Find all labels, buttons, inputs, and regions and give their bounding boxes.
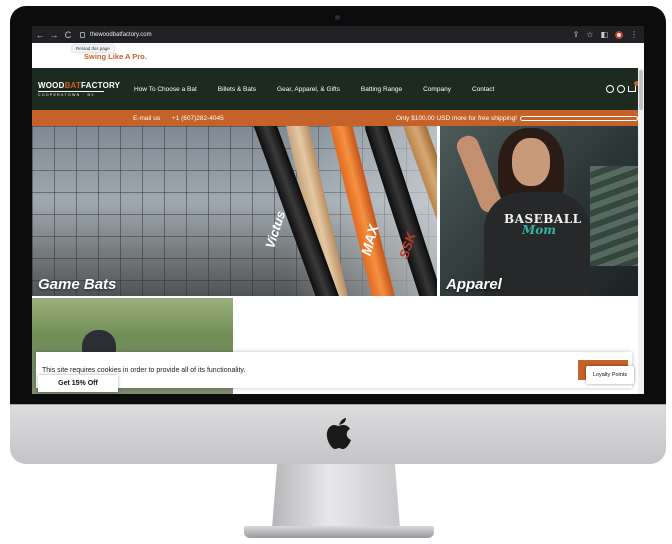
model-face — [512, 138, 550, 186]
discount-tab-button[interactable]: Get 15% Off — [38, 375, 118, 392]
side-panel-icon[interactable]: ◧ — [600, 30, 608, 39]
site-tagline: Swing Like A Pro. — [84, 52, 147, 61]
camera-icon — [335, 15, 340, 20]
nav-billets-bats[interactable]: Billets & Bats — [218, 86, 256, 93]
nav-company[interactable]: Company — [423, 86, 451, 93]
player-helmet — [82, 330, 116, 354]
lock-icon — [80, 31, 85, 38]
cookie-message: This site requires cookies in order to p… — [42, 367, 246, 374]
loyalty-points-button[interactable]: Loyalty Points — [586, 366, 634, 384]
contact-info: E-mail us +1 (607)282-4045 — [133, 115, 234, 122]
header-icons — [606, 81, 639, 93]
page-scrollbar[interactable] — [638, 68, 644, 394]
scrollbar-thumb[interactable] — [639, 70, 643, 110]
browser-toolbar: ← → C thewoodbatfactory.com ⇪ ☆ ◧ ⋮ — [32, 26, 644, 43]
screen: ← → C thewoodbatfactory.com ⇪ ☆ ◧ ⋮ Relo… — [32, 26, 644, 394]
nav-gear-apparel-gifts[interactable]: Gear, Apparel, & Gifts — [277, 86, 340, 93]
reload-icon[interactable]: C — [62, 30, 74, 40]
search-icon[interactable] — [617, 85, 625, 93]
apple-logo-icon — [326, 418, 351, 449]
monitor-foot — [244, 526, 434, 538]
shirt-print: BASEBALL Mom — [504, 212, 581, 237]
browser-menu-icon[interactable]: ⋮ — [630, 30, 638, 39]
account-icon[interactable] — [606, 85, 614, 93]
dugout-bench — [590, 166, 644, 266]
shipping-progress-bar — [520, 115, 638, 121]
nav-how-to-choose[interactable]: How To Choose a Bat — [134, 86, 197, 93]
bookmark-star-icon[interactable]: ☆ — [586, 30, 593, 39]
url-text: thewoodbatfactory.com — [90, 31, 152, 38]
apparel-caption: Apparel — [446, 276, 502, 293]
nav-batting-range[interactable]: Batting Range — [361, 86, 402, 93]
logo-wordmark: WOODBATFACTORY — [38, 80, 121, 92]
apparel-tile[interactable]: BASEBALL Mom Apparel — [440, 126, 644, 296]
cart-icon[interactable] — [628, 81, 639, 92]
address-bar[interactable]: thewoodbatfactory.com — [80, 29, 152, 41]
game-bats-tile[interactable]: Victus MAX SSK Game Bats — [32, 126, 437, 296]
announcement-bar: E-mail us +1 (607)282-4045 Only $100.00 … — [32, 110, 644, 126]
back-icon[interactable]: ← — [34, 30, 46, 40]
profile-avatar-icon[interactable] — [615, 30, 623, 39]
site-logo[interactable]: WOODBATFACTORY COOPERSTOWN · NY — [38, 80, 121, 98]
cookie-banner: This site requires cookies in order to p… — [36, 352, 632, 388]
forward-icon[interactable]: → — [48, 30, 60, 40]
email-link[interactable]: E-mail us — [133, 115, 160, 122]
free-shipping-meter: Only $100.00 USD more for free shipping! — [396, 115, 638, 122]
browser-actions: ⇪ ☆ ◧ ⋮ — [573, 30, 638, 39]
reload-tooltip: Reload this page — [72, 45, 114, 52]
logo-subtitle: COOPERSTOWN · NY — [38, 92, 95, 97]
free-shipping-text: Only $100.00 USD more for free shipping! — [395, 114, 517, 122]
share-icon[interactable]: ⇪ — [573, 30, 580, 39]
game-bats-caption: Game Bats — [38, 276, 117, 293]
tagline-strip: Swing Like A Pro. — [32, 43, 644, 68]
main-nav: How To Choose a Bat Billets & Bats Gear,… — [134, 86, 515, 93]
site-header: WOODBATFACTORY COOPERSTOWN · NY How To C… — [32, 68, 644, 110]
nav-contact[interactable]: Contact — [472, 86, 494, 93]
phone-link[interactable]: +1 (607)282-4045 — [172, 115, 224, 122]
monitor-stand — [272, 464, 400, 528]
